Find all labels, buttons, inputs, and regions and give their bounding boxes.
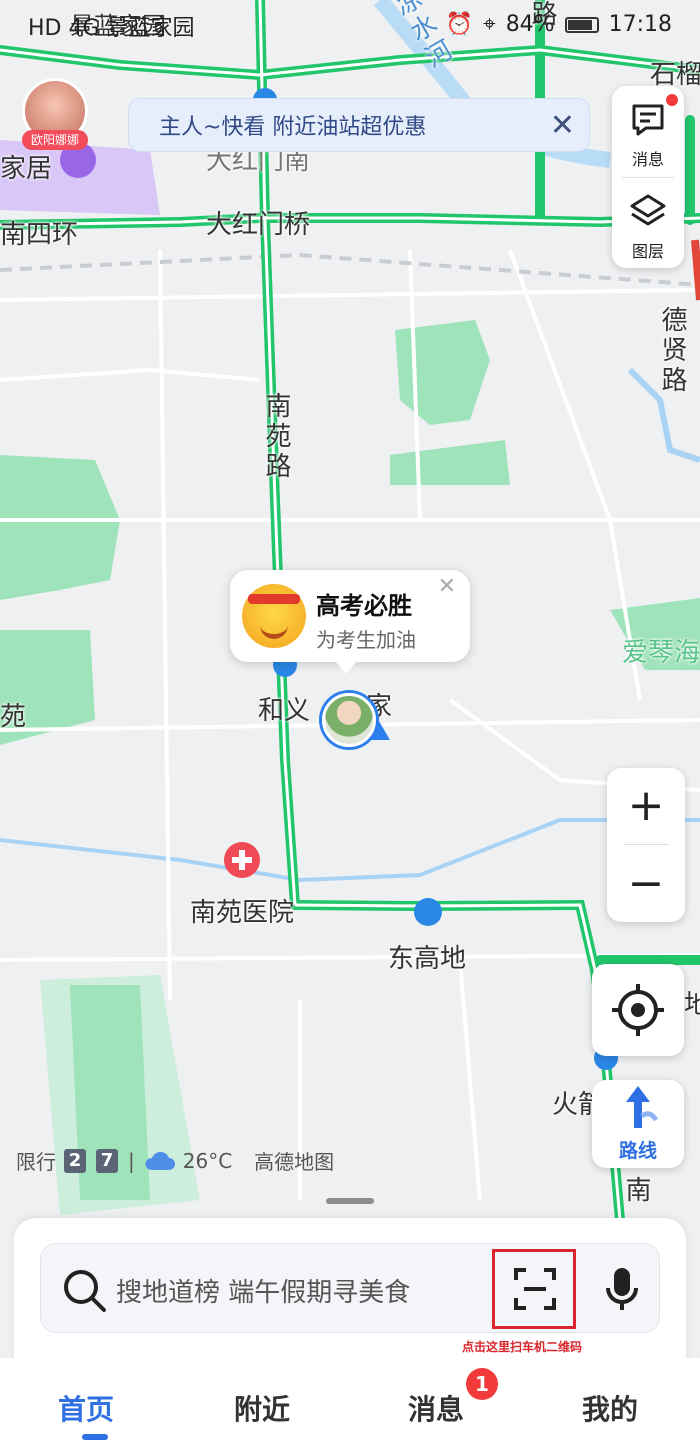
search-placeholder: 搜地道榜 端午假期寻美食: [116, 1278, 411, 1308]
status-left: HD 4G 景蓝家园: [28, 16, 195, 41]
map-label: 苑: [0, 702, 27, 732]
messages-button[interactable]: 消息: [612, 86, 684, 176]
sheet-grabber[interactable]: [326, 1198, 374, 1204]
tab-mine[interactable]: 我的: [582, 1388, 638, 1428]
avatar-name-tag: 欧阳娜娜: [22, 130, 88, 150]
layers-icon: [630, 194, 666, 226]
layers-label: 图层: [631, 242, 664, 261]
scan-highlight-box: [492, 1249, 576, 1329]
battery-icon: [564, 16, 599, 33]
route-label: 路线: [618, 1140, 657, 1162]
zoom-in-button[interactable]: +: [607, 768, 685, 844]
locate-button[interactable]: [592, 964, 684, 1056]
map-label: 南: [621, 1176, 651, 1206]
status-bar: HD 4G 景蓝家园 ⏰ ⌖ 84% 17:18: [0, 0, 700, 52]
bottom-tab-bar: 首页 附近 消息 1 我的: [0, 1358, 700, 1454]
message-icon: [632, 104, 664, 136]
traffic-limit-label: 限行: [16, 1150, 56, 1174]
zoom-controls: + −: [607, 768, 685, 922]
route-arrow-icon: [626, 1086, 659, 1128]
hospital-icon: [224, 842, 260, 878]
map-label: 和义: [258, 696, 311, 726]
layers-button[interactable]: 图层: [612, 178, 684, 268]
close-icon[interactable]: ✕: [550, 108, 575, 143]
status-right: ⏰ ⌖ 84% 17:18: [446, 12, 672, 37]
cloud-icon: [145, 1151, 175, 1170]
limit-digit: 2: [64, 1148, 86, 1173]
close-icon[interactable]: ✕: [438, 574, 456, 599]
tab-messages[interactable]: 消息: [408, 1388, 464, 1428]
promo-banner[interactable]: 主人~快看 附近油站超优惠 ✕: [128, 98, 590, 152]
microphone-icon[interactable]: [604, 1266, 640, 1314]
map-info-bar: 限行 27 | 26°C 高德地图: [16, 1146, 334, 1175]
search-icon: [64, 1270, 106, 1312]
map-label: 南四环: [0, 220, 79, 250]
map-side-panel: 消息 图层: [612, 86, 684, 268]
clock: 17:18: [608, 12, 672, 37]
map-label: 德贤路: [657, 306, 687, 396]
popup-subtitle: 为考生加油: [316, 628, 416, 652]
alarm-icon: ⏰: [445, 12, 474, 37]
map-label: 地: [684, 990, 700, 1020]
popup-title: 高考必胜: [316, 592, 412, 620]
battery-percent: 84%: [505, 12, 555, 37]
my-location-avatar[interactable]: [322, 693, 376, 747]
notification-dot: [666, 94, 678, 106]
map-label: 南苑路: [261, 392, 291, 482]
active-tab-indicator: [82, 1434, 108, 1440]
map-label: 爱琴海: [622, 638, 700, 668]
crosshair-icon: [612, 984, 664, 1036]
tab-home[interactable]: 首页: [58, 1388, 114, 1428]
messages-badge: 1: [466, 1368, 498, 1400]
tab-nearby[interactable]: 附近: [234, 1388, 290, 1428]
messages-label: 消息: [631, 150, 664, 169]
scan-annotation: 点击这里扫车机二维码: [462, 1340, 583, 1354]
map-label: 家居: [0, 154, 53, 184]
map-label: 东高地: [388, 944, 467, 974]
banner-text: 主人~快看 附近油站超优惠: [159, 115, 427, 140]
limit-digit: 7: [96, 1148, 118, 1173]
smile-emoji-icon: [242, 584, 306, 648]
temperature: 26°C: [182, 1148, 233, 1173]
map-label: 大红门桥: [206, 210, 311, 240]
divider: [623, 844, 669, 845]
separator: |: [128, 1148, 135, 1173]
map-label: 南苑医院: [190, 898, 295, 928]
map-brand: 高德地图: [254, 1150, 335, 1174]
zoom-out-button[interactable]: −: [607, 846, 685, 922]
encouragement-popup[interactable]: 高考必胜 为考生加油 ✕: [230, 570, 470, 674]
location-icon: ⌖: [483, 12, 496, 37]
route-button[interactable]: 路线: [592, 1080, 684, 1168]
